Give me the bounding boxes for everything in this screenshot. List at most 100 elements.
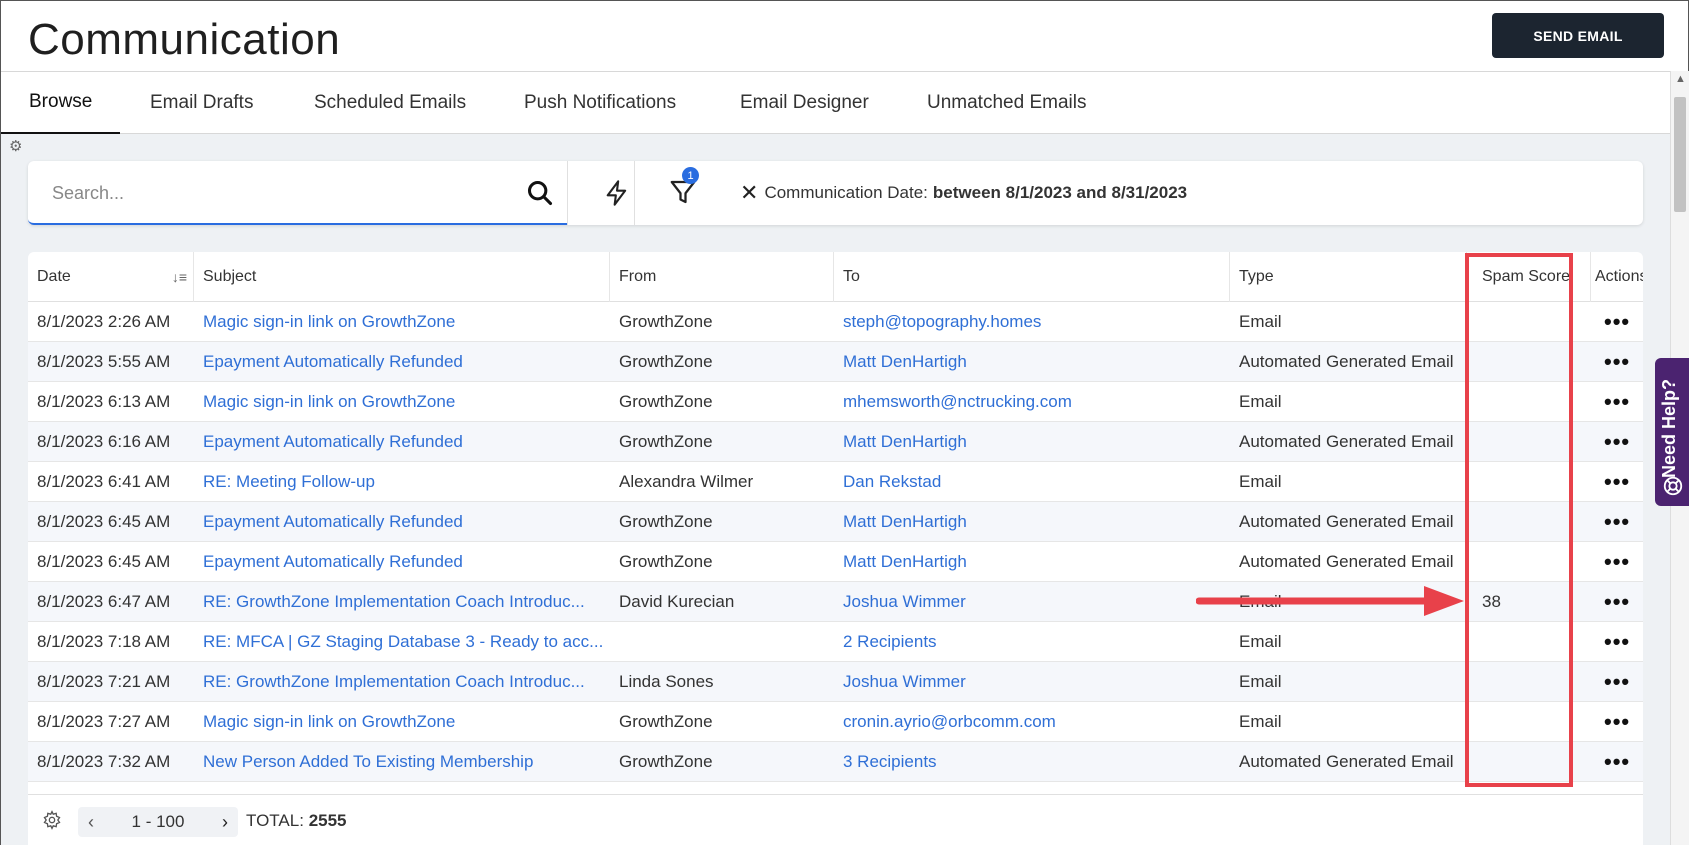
cell-to[interactable]: 3 Recipients bbox=[834, 742, 1230, 782]
cell-from: Alexandra Wilmer bbox=[619, 472, 754, 491]
table-row[interactable]: 8/1/2023 6:47 AM RE: GrowthZone Implement… bbox=[28, 582, 1643, 622]
lightning-icon[interactable] bbox=[603, 179, 631, 207]
cell-spam-score bbox=[1467, 302, 1591, 342]
cell-date: 8/1/2023 7:32 AM bbox=[37, 752, 171, 771]
table-row[interactable]: 8/1/2023 7:32 AM New Person Added To Exis… bbox=[28, 742, 1643, 782]
cell-spam-score bbox=[1467, 662, 1591, 702]
cell-spam-score bbox=[1467, 542, 1591, 582]
cell-spam-score bbox=[1467, 742, 1591, 782]
cell-subject[interactable]: Epayment Automatically Refunded bbox=[194, 502, 610, 542]
cell-to[interactable]: Dan Rekstad bbox=[834, 462, 1230, 502]
more-actions-icon[interactable]: ••• bbox=[1604, 622, 1630, 662]
filter-chip-label: Communication Date: bbox=[764, 183, 928, 202]
lifebuoy-icon bbox=[1663, 476, 1683, 496]
cell-to[interactable]: mhemsworth@nctrucking.com bbox=[834, 382, 1230, 422]
column-header-date[interactable]: Date ↓≡ bbox=[28, 252, 194, 302]
cell-date: 8/1/2023 6:13 AM bbox=[37, 392, 171, 411]
cell-subject[interactable]: Epayment Automatically Refunded bbox=[194, 342, 610, 382]
more-actions-icon[interactable]: ••• bbox=[1604, 302, 1630, 342]
cell-spam-score bbox=[1467, 502, 1591, 542]
cell-subject[interactable]: Epayment Automatically Refunded bbox=[194, 542, 610, 582]
chevron-right-icon[interactable]: › bbox=[222, 812, 228, 833]
tab-scheduled-emails[interactable]: Scheduled Emails bbox=[286, 72, 494, 134]
column-header-type[interactable]: Type bbox=[1230, 252, 1467, 302]
table-row[interactable]: 8/1/2023 6:45 AM Epayment Automatically R… bbox=[28, 502, 1643, 542]
cell-to[interactable]: Matt DenHartigh bbox=[834, 502, 1230, 542]
more-actions-icon[interactable]: ••• bbox=[1604, 742, 1630, 782]
cell-spam-score bbox=[1467, 382, 1591, 422]
table-row[interactable]: 8/1/2023 5:55 AM Epayment Automatically R… bbox=[28, 342, 1643, 382]
table-row[interactable]: 8/1/2023 6:41 AM RE: Meeting Follow-up Ale… bbox=[28, 462, 1643, 502]
cell-subject[interactable]: RE: GrowthZone Implementation Coach Intr… bbox=[194, 582, 610, 622]
column-header-spam-score[interactable]: Spam Score bbox=[1467, 252, 1591, 302]
table-row[interactable]: 8/1/2023 7:21 AM RE: GrowthZone Implement… bbox=[28, 662, 1643, 702]
cell-to[interactable]: Matt DenHartigh bbox=[834, 342, 1230, 382]
cell-to[interactable]: cronin.ayrio@orbcomm.com bbox=[834, 702, 1230, 742]
cell-from: Linda Sones bbox=[619, 672, 714, 691]
cell-type: Email bbox=[1239, 632, 1282, 651]
search-field bbox=[28, 161, 567, 225]
gear-icon[interactable]: ⚙ bbox=[9, 139, 25, 155]
tab-unmatched-emails[interactable]: Unmatched Emails bbox=[899, 72, 1114, 134]
table-row[interactable]: 8/1/2023 6:16 AM Epayment Automatically R… bbox=[28, 422, 1643, 462]
cell-subject[interactable]: Magic sign-in link on GrowthZone bbox=[194, 702, 610, 742]
cell-spam-score bbox=[1467, 422, 1591, 462]
cell-spam-score bbox=[1467, 342, 1591, 382]
more-actions-icon[interactable]: ••• bbox=[1604, 462, 1630, 502]
cell-from: GrowthZone bbox=[619, 712, 713, 731]
cell-to[interactable]: Joshua Wimmer bbox=[834, 662, 1230, 702]
scroll-thumb[interactable] bbox=[1674, 97, 1686, 212]
cell-to[interactable]: Matt DenHartigh bbox=[834, 542, 1230, 582]
more-actions-icon[interactable]: ••• bbox=[1604, 542, 1630, 582]
more-actions-icon[interactable]: ••• bbox=[1604, 582, 1630, 622]
send-email-button[interactable]: SEND EMAIL bbox=[1492, 13, 1664, 58]
cell-to[interactable]: Joshua Wimmer bbox=[834, 582, 1230, 622]
cell-subject[interactable]: RE: MFCA | GZ Staging Database 3 - Ready… bbox=[194, 622, 610, 662]
cell-subject[interactable]: RE: Meeting Follow-up bbox=[194, 462, 610, 502]
main-content: ⚙ 1 ✕ Communication Date: between 8/1/20… bbox=[1, 134, 1670, 845]
more-actions-icon[interactable]: ••• bbox=[1604, 662, 1630, 702]
cell-to[interactable]: Matt DenHartigh bbox=[834, 422, 1230, 462]
scroll-up-icon[interactable]: ▲ bbox=[1675, 73, 1686, 85]
cell-subject[interactable]: RE: GrowthZone Implementation Coach Intr… bbox=[194, 662, 610, 702]
cell-date: 8/1/2023 7:21 AM bbox=[37, 672, 171, 691]
cell-type: Email bbox=[1239, 672, 1282, 691]
cell-to[interactable]: steph@topography.homes bbox=[834, 302, 1230, 342]
more-actions-icon[interactable]: ••• bbox=[1604, 422, 1630, 462]
more-actions-icon[interactable]: ••• bbox=[1604, 342, 1630, 382]
need-help-tab[interactable]: Need Help? bbox=[1655, 358, 1689, 506]
column-header-subject[interactable]: Subject bbox=[194, 252, 610, 302]
cell-spam-score bbox=[1467, 702, 1591, 742]
table-row[interactable]: 8/1/2023 7:27 AM Magic sign-in link on Gr… bbox=[28, 702, 1643, 742]
more-actions-icon[interactable]: ••• bbox=[1604, 702, 1630, 742]
cell-subject[interactable]: Magic sign-in link on GrowthZone bbox=[194, 302, 610, 342]
cell-from: GrowthZone bbox=[619, 312, 713, 331]
tab-email-drafts[interactable]: Email Drafts bbox=[122, 72, 281, 134]
table-row[interactable]: 8/1/2023 7:18 AM RE: MFCA | GZ Staging Da… bbox=[28, 622, 1643, 662]
close-icon[interactable]: ✕ bbox=[740, 180, 758, 206]
cell-subject[interactable]: New Person Added To Existing Membership bbox=[194, 742, 610, 782]
cell-subject[interactable]: Epayment Automatically Refunded bbox=[194, 422, 610, 462]
tab-email-designer[interactable]: Email Designer bbox=[712, 72, 897, 134]
cell-spam-score bbox=[1467, 462, 1591, 502]
settings-icon[interactable] bbox=[42, 810, 62, 830]
sort-descending-icon[interactable]: ↓≡ bbox=[172, 269, 187, 285]
table-row[interactable]: 8/1/2023 6:45 AM Epayment Automatically R… bbox=[28, 542, 1643, 582]
table-row[interactable]: 8/1/2023 6:13 AM Magic sign-in link on Gr… bbox=[28, 382, 1643, 422]
cell-type: Automated Generated Email bbox=[1239, 752, 1454, 771]
table-row[interactable]: 8/1/2023 2:26 AM Magic sign-in link on Gr… bbox=[28, 302, 1643, 342]
filter-chip: ✕ Communication Date: between 8/1/2023 a… bbox=[740, 180, 1187, 206]
more-actions-icon[interactable]: ••• bbox=[1604, 502, 1630, 542]
cell-subject[interactable]: Magic sign-in link on GrowthZone bbox=[194, 382, 610, 422]
search-input[interactable] bbox=[52, 177, 522, 209]
column-header-to[interactable]: To bbox=[834, 252, 1230, 302]
pager: ‹ 1 - 100 › bbox=[78, 807, 238, 837]
more-actions-icon[interactable]: ••• bbox=[1604, 382, 1630, 422]
divider bbox=[567, 161, 568, 225]
chevron-left-icon[interactable]: ‹ bbox=[88, 812, 94, 833]
tab-push-notifications[interactable]: Push Notifications bbox=[496, 72, 704, 134]
search-icon[interactable] bbox=[526, 179, 554, 207]
tab-browse[interactable]: Browse bbox=[1, 72, 121, 134]
cell-to[interactable]: 2 Recipients bbox=[834, 622, 1230, 662]
column-header-from[interactable]: From bbox=[610, 252, 834, 302]
